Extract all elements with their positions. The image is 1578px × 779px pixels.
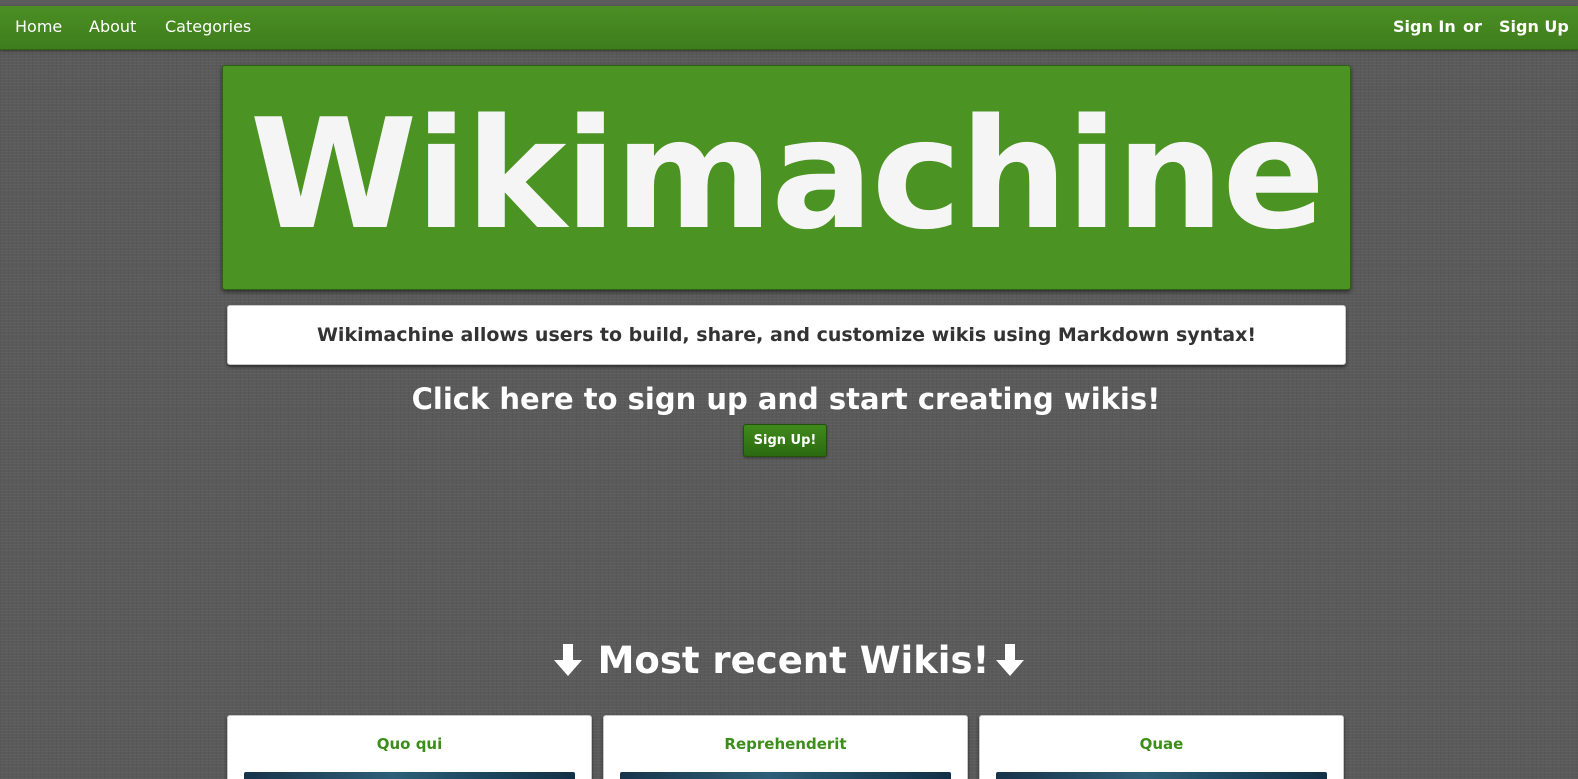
sign-in-link[interactable]: Sign In bbox=[1393, 17, 1456, 37]
arrow-down-icon bbox=[553, 644, 582, 676]
wiki-card[interactable]: Quae bbox=[979, 715, 1344, 779]
wiki-card-thumbnail bbox=[620, 772, 951, 779]
or-text: or bbox=[1463, 17, 1482, 36]
wiki-card-title[interactable]: Reprehenderit bbox=[604, 735, 967, 753]
recent-wikis-heading: Most recent Wikis! bbox=[0, 634, 1578, 686]
sign-up-link[interactable]: Sign Up bbox=[1499, 17, 1569, 37]
top-navbar: Home About Categories Sign In or Sign Up bbox=[0, 6, 1578, 50]
wiki-card-title[interactable]: Quo qui bbox=[228, 735, 591, 753]
wiki-card[interactable]: Quo qui bbox=[227, 715, 592, 779]
wiki-card-thumbnail bbox=[244, 772, 575, 779]
wiki-card-title[interactable]: Quae bbox=[980, 735, 1343, 753]
site-logo-title: Wikimachine bbox=[249, 85, 1326, 263]
tagline-box: Wikimachine allows users to build, share… bbox=[227, 305, 1346, 365]
signup-cta-heading[interactable]: Click here to sign up and start creating… bbox=[0, 378, 1572, 420]
nav-link-about[interactable]: About bbox=[89, 17, 136, 37]
site-banner: Wikimachine bbox=[222, 65, 1351, 290]
wiki-card-thumbnail bbox=[996, 772, 1327, 779]
recent-wikis-heading-text: Most recent Wikis! bbox=[597, 638, 990, 682]
nav-link-home[interactable]: Home bbox=[15, 17, 62, 37]
tagline-text: Wikimachine allows users to build, share… bbox=[316, 324, 1257, 346]
wiki-card[interactable]: Reprehenderit bbox=[603, 715, 968, 779]
sign-up-button[interactable]: Sign Up! bbox=[743, 424, 827, 457]
arrow-down-icon bbox=[996, 644, 1025, 676]
nav-link-categories[interactable]: Categories bbox=[165, 17, 251, 37]
